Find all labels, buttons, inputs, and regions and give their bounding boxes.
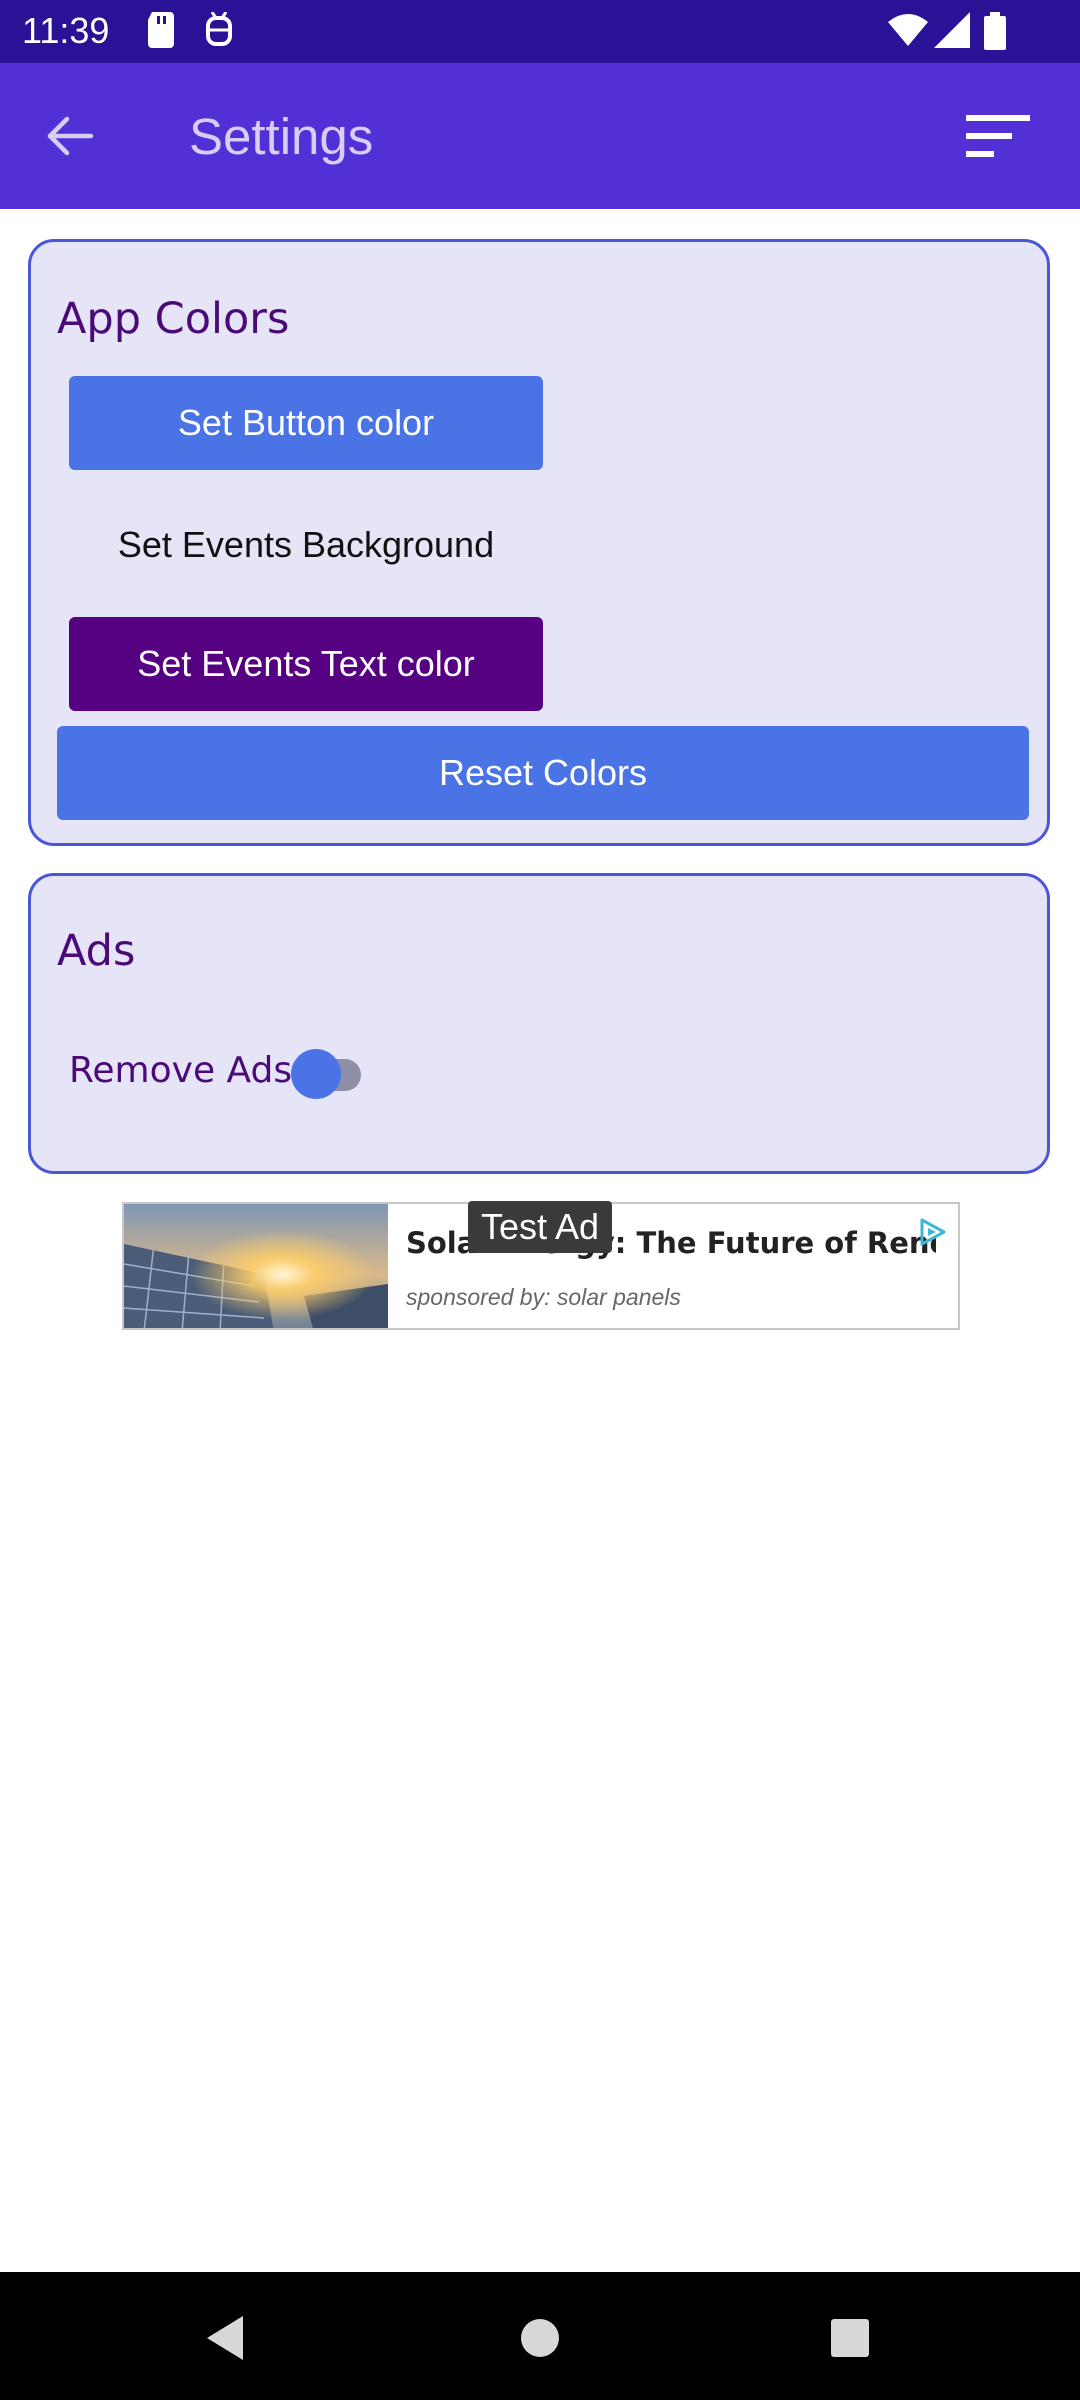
system-navigation-bar bbox=[0, 2272, 1080, 2400]
app-colors-card: App Colors Set Button color Set Events B… bbox=[28, 239, 1050, 846]
ad-sponsor: sponsored by: solar panels bbox=[406, 1284, 681, 1310]
signal-icon bbox=[934, 12, 970, 48]
remove-ads-label: Remove Ads bbox=[69, 1050, 293, 1091]
set-events-background-button[interactable]: Set Events Background bbox=[69, 498, 543, 592]
sort-menu-button[interactable] bbox=[966, 107, 1052, 167]
status-bar: 11:39 bbox=[0, 0, 1080, 63]
arrow-left-icon bbox=[47, 116, 93, 156]
status-time: 11:39 bbox=[22, 10, 110, 51]
ads-card: Ads Remove Ads bbox=[28, 873, 1050, 1174]
reset-colors-button[interactable]: Reset Colors bbox=[57, 726, 1029, 820]
solar-panel-image bbox=[124, 1204, 388, 1328]
remove-ads-switch[interactable] bbox=[289, 1046, 375, 1100]
back-triangle-icon[interactable] bbox=[195, 2308, 255, 2368]
sort-icon bbox=[966, 115, 1030, 157]
sd-card-icon bbox=[148, 12, 174, 48]
set-button-color-button[interactable]: Set Button color bbox=[69, 376, 543, 470]
debug-icon bbox=[206, 12, 232, 46]
set-events-text-color-button[interactable]: Set Events Text color bbox=[69, 617, 543, 711]
ads-title: Ads bbox=[57, 926, 136, 976]
switch-thumb bbox=[291, 1049, 341, 1099]
app-colors-title: App Colors bbox=[57, 294, 290, 344]
battery-icon bbox=[984, 12, 1006, 50]
app-bar: Settings bbox=[0, 63, 1080, 209]
wifi-icon bbox=[888, 14, 928, 46]
home-circle-icon[interactable] bbox=[510, 2308, 570, 2368]
back-button[interactable] bbox=[30, 103, 110, 169]
test-ad-badge: Test Ad bbox=[468, 1201, 612, 1253]
ad-choices-icon[interactable] bbox=[914, 1214, 950, 1250]
page-title: Settings bbox=[189, 108, 374, 165]
recents-square-icon[interactable] bbox=[820, 2308, 880, 2368]
